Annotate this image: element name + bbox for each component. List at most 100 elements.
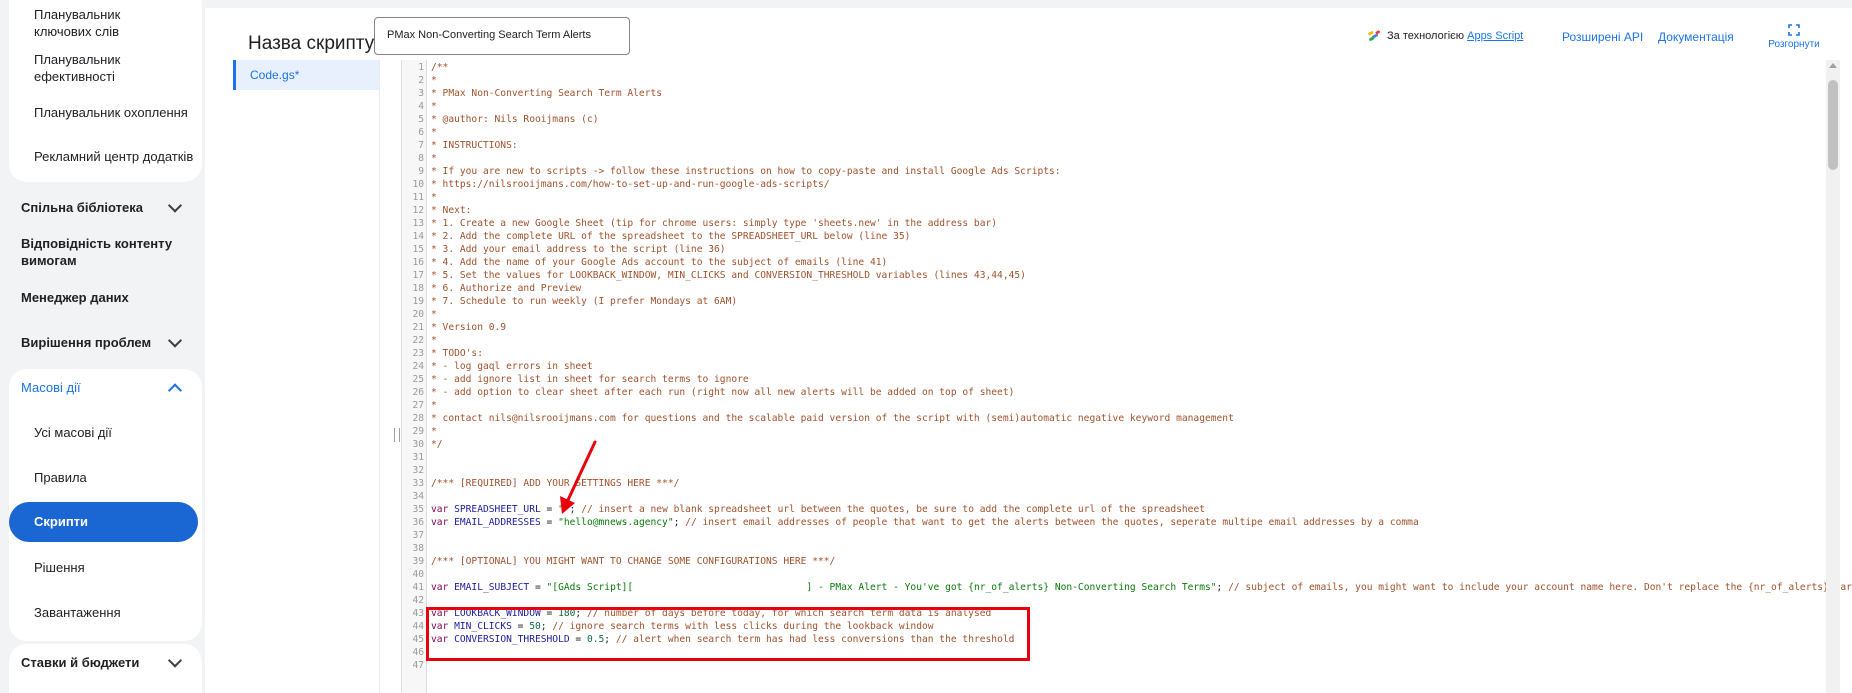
code-text: */ bbox=[431, 438, 443, 451]
scroll-up-icon[interactable] bbox=[1829, 63, 1837, 68]
code-text: * - log gaql errors in sheet bbox=[431, 360, 593, 373]
sidebar-item-bulk-actions[interactable]: Масові дії bbox=[0, 379, 205, 398]
sidebar-item-reach-planner[interactable]: Планувальник охоплення bbox=[0, 104, 205, 121]
panel-splitter-handle[interactable] bbox=[394, 428, 400, 442]
code-text: var SPREADSHEET_URL = ""; // insert a ne… bbox=[431, 503, 1205, 516]
code-line[interactable]: 10 * https://nilsrooijmans.com/how-to-set… bbox=[402, 178, 1847, 191]
code-line[interactable]: 20 * bbox=[402, 308, 1847, 321]
code-line[interactable]: 37 bbox=[402, 529, 1847, 542]
line-number: 16 bbox=[412, 257, 424, 268]
code-line[interactable]: 30 */ bbox=[402, 438, 1847, 451]
chevron-down-icon bbox=[167, 197, 183, 213]
code-token: * If you are new to scripts -> follow th… bbox=[431, 166, 1061, 177]
code-line[interactable]: 41 var EMAIL_SUBJECT = "[GAds Script][ ] … bbox=[402, 581, 1852, 594]
code-line[interactable]: 28 * contact nils@nilsrooijmans.com for q… bbox=[402, 412, 1847, 425]
sidebar-item-rules[interactable]: Правила bbox=[0, 469, 205, 486]
line-number: 23 bbox=[412, 348, 424, 359]
sidebar-item-troubleshooting[interactable]: Вирішення проблем bbox=[0, 332, 205, 351]
sidebar-item-data-manager[interactable]: Менеджер даних bbox=[0, 289, 205, 306]
code-line[interactable]: 21 * Version 0.9 bbox=[402, 321, 1847, 334]
line-number: 12 bbox=[412, 205, 424, 216]
code-line[interactable]: 26 * - add option to clear sheet after ea… bbox=[402, 386, 1847, 399]
line-number: 14 bbox=[412, 231, 424, 242]
code-line[interactable]: 29 * bbox=[402, 425, 1847, 438]
code-line[interactable]: 19 * 7. Schedule to run weekly (I prefer … bbox=[402, 295, 1847, 308]
code-text: /*** [OPTIONAL] YOU MIGHT WANT TO CHANGE… bbox=[431, 555, 835, 568]
code-line[interactable]: 8 * bbox=[402, 152, 1847, 165]
code-line[interactable]: 25 * - add ignore list in sheet for searc… bbox=[402, 373, 1847, 386]
code-line[interactable]: 11 * bbox=[402, 191, 1847, 204]
line-number: 44 bbox=[412, 621, 424, 632]
line-number: 28 bbox=[412, 413, 424, 424]
code-line[interactable]: 39 /*** [OPTIONAL] YOU MIGHT WANT TO CHAN… bbox=[402, 555, 1847, 568]
sidebar-item-shared-library[interactable]: Спільна бібліотека bbox=[0, 197, 205, 216]
code-line[interactable]: 24 * - log gaql errors in sheet bbox=[402, 360, 1847, 373]
code-line[interactable]: 12 * Next: bbox=[402, 204, 1847, 217]
line-number: 29 bbox=[412, 426, 424, 437]
sidebar-item-bids-budgets[interactable]: Ставки й бюджети bbox=[0, 652, 205, 671]
sidebar-item-app-ad-hub[interactable]: Рекламний центр додатків bbox=[0, 148, 205, 165]
code-line[interactable]: 1 /** bbox=[402, 61, 1847, 74]
line-number: 39 bbox=[412, 556, 424, 567]
code-line[interactable]: 4 * bbox=[402, 100, 1847, 113]
line-number: 20 bbox=[412, 309, 424, 320]
code-token: * 7. Schedule to run weekly (I prefer Mo… bbox=[431, 296, 738, 307]
code-line[interactable]: 35 var SPREADSHEET_URL = ""; // insert a … bbox=[402, 503, 1847, 516]
code-line[interactable]: 16 * 4. Add the name of your Google Ads a… bbox=[402, 256, 1847, 269]
code-line[interactable]: 15 * 3. Add your email address to the scr… bbox=[402, 243, 1847, 256]
apps-script-link[interactable]: Apps Script bbox=[1467, 30, 1523, 42]
code-token: /*** [REQUIRED] ADD YOUR SETTINGS HERE *… bbox=[431, 478, 680, 489]
editor-vertical-scrollbar[interactable] bbox=[1826, 60, 1840, 693]
sidebar-item-keyword-planner[interactable]: Планувальник ключових слів bbox=[0, 6, 180, 40]
code-line[interactable]: 42 bbox=[402, 594, 1847, 607]
line-number: 42 bbox=[412, 595, 424, 606]
code-text: * - add ignore list in sheet for search … bbox=[431, 373, 749, 386]
file-item-code-gs[interactable]: Code.gs* bbox=[233, 60, 379, 90]
sidebar-item-solutions[interactable]: Рішення bbox=[0, 559, 205, 576]
code-line[interactable]: 5 * @author: Nils Rooijmans (c) bbox=[402, 113, 1847, 126]
line-number: 3 bbox=[418, 88, 424, 99]
code-line[interactable]: 31 bbox=[402, 451, 1847, 464]
code-line[interactable]: 13 * 1. Create a new Google Sheet (tip fo… bbox=[402, 217, 1847, 230]
sidebar-item-all-bulk-actions[interactable]: Усі масові дії bbox=[0, 424, 205, 441]
line-number: 2 bbox=[418, 75, 424, 86]
advanced-apis-link[interactable]: Розширені API bbox=[1562, 30, 1643, 44]
code-line[interactable]: 22 * bbox=[402, 334, 1847, 347]
code-line[interactable]: 34 bbox=[402, 490, 1847, 503]
code-line[interactable]: 32 bbox=[402, 464, 1847, 477]
code-editor[interactable]: 1/** 2 * 3 * PMax Non-Converting Search Term… bbox=[401, 60, 1852, 693]
code-line[interactable]: 38 bbox=[402, 542, 1847, 555]
chevron-down-icon bbox=[167, 652, 183, 668]
line-number: 8 bbox=[418, 153, 424, 164]
code-line[interactable]: 40 bbox=[402, 568, 1847, 581]
code-line[interactable]: 36 var EMAIL_ADDRESSES = "hello@mnews.age… bbox=[402, 516, 1847, 529]
code-text: var EMAIL_ADDRESSES = "hello@mnews.agenc… bbox=[431, 516, 1419, 529]
code-line[interactable]: 23 * TODO's: bbox=[402, 347, 1847, 360]
code-token: * bbox=[431, 400, 437, 411]
line-number: 24 bbox=[412, 361, 424, 372]
code-line[interactable]: 7 * INSTRUCTIONS: bbox=[402, 139, 1847, 152]
script-name-input[interactable]: PMax Non-Converting Search Term Alerts bbox=[374, 17, 630, 55]
sidebar-item-uploads[interactable]: Завантаження bbox=[0, 604, 205, 621]
code-line[interactable]: 2 * bbox=[402, 74, 1847, 87]
code-text: * 7. Schedule to run weekly (I prefer Mo… bbox=[431, 295, 737, 308]
code-line[interactable]: 14 * 2. Add the complete URL of the sprea… bbox=[402, 230, 1847, 243]
code-line[interactable]: 6 * bbox=[402, 126, 1847, 139]
code-line[interactable]: 3 * PMax Non-Converting Search Term Alert… bbox=[402, 87, 1847, 100]
sidebar-item-performance-planner[interactable]: Планувальник ефективності bbox=[0, 51, 160, 85]
line-number: 26 bbox=[412, 387, 424, 398]
expand-button[interactable]: Розгорнути bbox=[1762, 24, 1826, 50]
code-line[interactable]: 27 * bbox=[402, 399, 1847, 412]
documentation-link[interactable]: Документація bbox=[1658, 30, 1734, 44]
code-text: * bbox=[431, 100, 437, 113]
code-line[interactable]: 33 /*** [REQUIRED] ADD YOUR SETTINGS HERE… bbox=[402, 477, 1847, 490]
line-number: 38 bbox=[412, 543, 424, 554]
highlight-box bbox=[426, 607, 1030, 661]
code-text: * bbox=[431, 334, 437, 347]
code-line[interactable]: 17 * 5. Set the values for LOOKBACK_WINDO… bbox=[402, 269, 1847, 282]
code-line[interactable]: 9 * If you are new to scripts -> follow t… bbox=[402, 165, 1847, 178]
line-number: 10 bbox=[412, 179, 424, 190]
code-line[interactable]: 18 * 6. Authorize and Preview bbox=[402, 282, 1847, 295]
sidebar-item-content-compliance[interactable]: Відповідність контенту вимогам bbox=[0, 235, 180, 269]
scrollbar-thumb[interactable] bbox=[1828, 80, 1838, 170]
